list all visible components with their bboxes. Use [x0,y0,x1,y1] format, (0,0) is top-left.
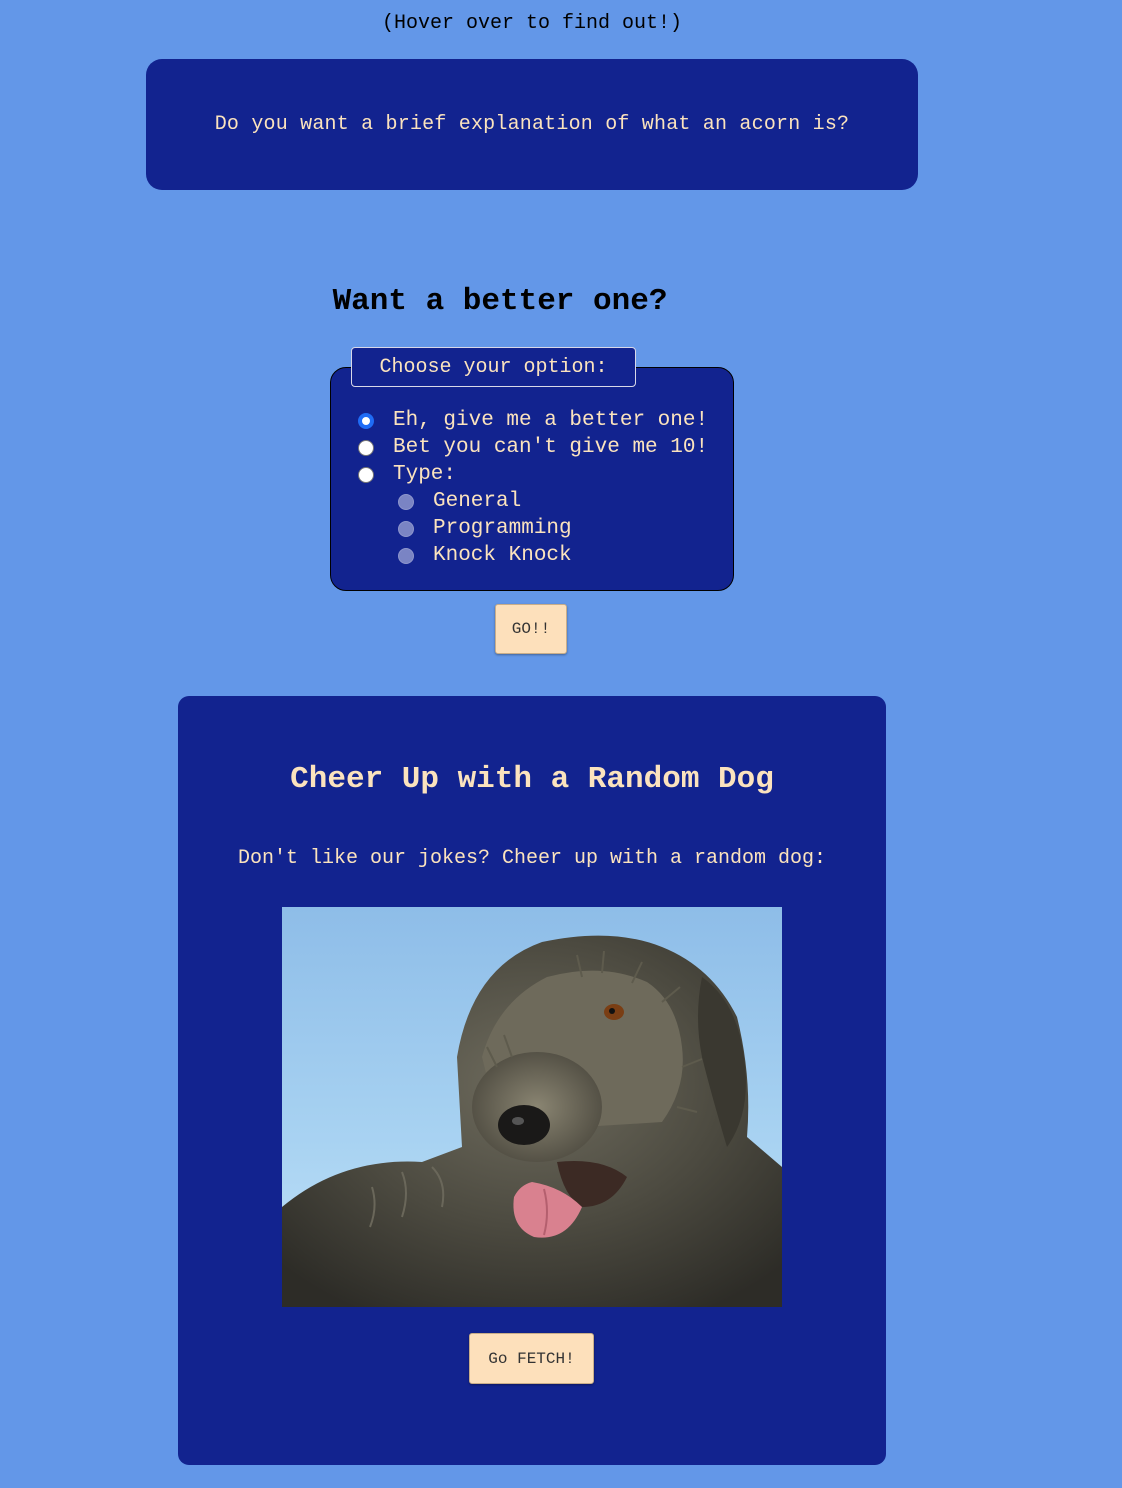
radio-programming [398,520,414,537]
type-general-label: General [433,490,522,513]
acorn-question: Do you want a brief explanation of what … [214,113,850,136]
radio-better-one[interactable] [358,412,374,429]
option-better-one[interactable]: Eh, give me a better one! [358,407,708,434]
go-button[interactable]: GO!! [495,604,567,654]
radio-knock-knock [398,547,414,564]
option-ten-jokes[interactable]: Bet you can't give me 10! [358,434,708,461]
radio-general [398,493,414,510]
dog-card-title: Cheer Up with a Random Dog [290,762,774,797]
radio-ten-jokes[interactable] [358,439,374,456]
type-programming: Programming [398,515,572,542]
acorn-explanation-box[interactable]: Do you want a brief explanation of what … [146,59,918,190]
go-fetch-button[interactable]: Go FETCH! [469,1333,594,1384]
dog-photo-illustration [282,907,782,1307]
dog-photo [282,907,782,1307]
option-type[interactable]: Type: [358,461,456,488]
type-general: General [398,488,521,515]
type-programming-label: Programming [433,517,572,540]
option-ten-jokes-label: Bet you can't give me 10! [393,436,709,459]
radio-type[interactable] [358,466,374,483]
better-joke-title: Want a better one? [332,284,668,319]
options-legend: Choose your option: [351,347,636,387]
hover-hint: (Hover over to find out!) [381,12,683,35]
option-type-label: Type: [393,463,457,486]
dog-card-subtitle: Don't like our jokes? Cheer up with a ra… [237,847,827,870]
type-knock-knock-label: Knock Knock [433,544,572,567]
option-better-one-label: Eh, give me a better one! [393,409,709,432]
type-knock-knock: Knock Knock [398,542,572,569]
